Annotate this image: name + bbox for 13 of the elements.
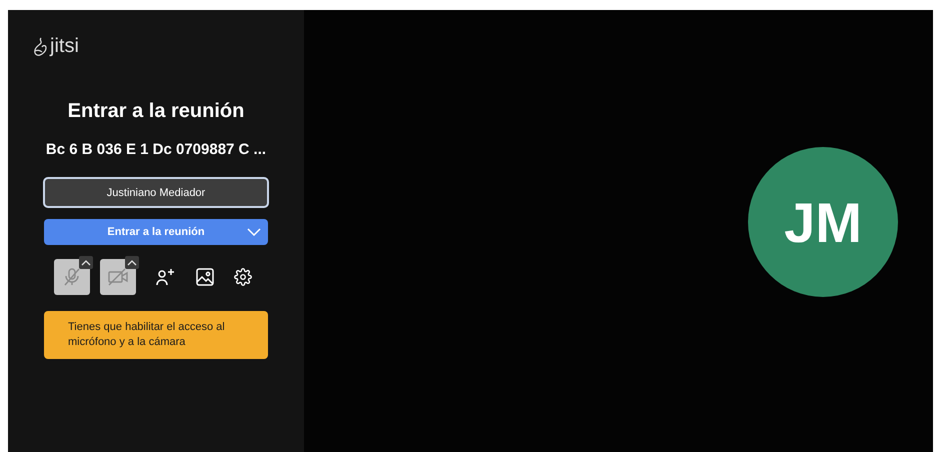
permission-warning: Tienes que habilitar el acceso al micrófono y a la cámara: [44, 311, 268, 359]
logo-text: jitsi: [50, 35, 79, 58]
image-icon[interactable]: [196, 268, 214, 286]
meeting-name: Bc 6 B 036 E 1 Dc 0709887 C ...: [46, 141, 266, 158]
settings-icon[interactable]: [234, 268, 252, 286]
muted-mic-icon: [63, 267, 81, 287]
name-field[interactable]: Justiniano Mediador: [43, 177, 269, 208]
add-person-icon[interactable]: [156, 268, 176, 286]
avatar: JM: [748, 147, 898, 297]
join-button[interactable]: Entrar a la reunión: [44, 219, 268, 245]
camera-off-icon: [107, 268, 129, 286]
chevron-down-icon[interactable]: [247, 228, 261, 236]
prejoin-title: Entrar a la reunión: [68, 100, 244, 123]
